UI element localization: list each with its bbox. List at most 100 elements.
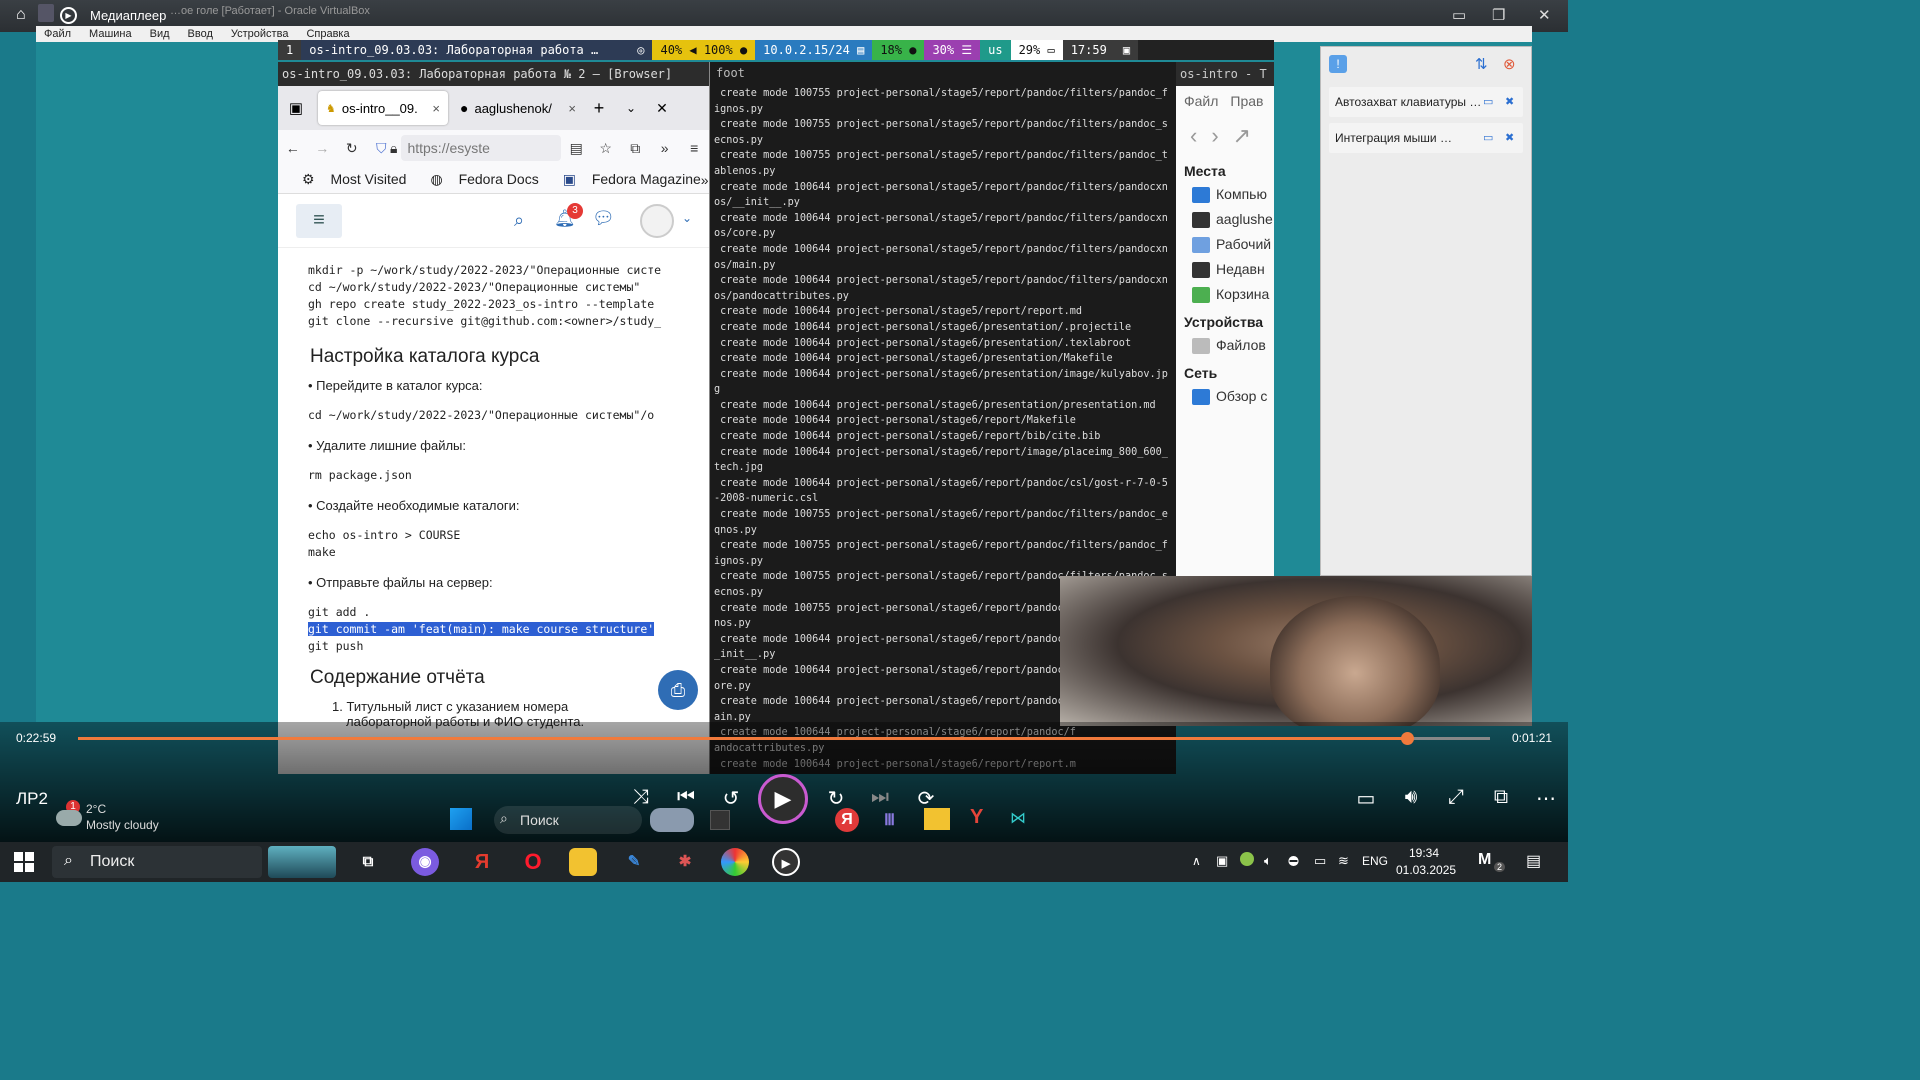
network-item[interactable]: Обзор с (1176, 384, 1274, 409)
print-icon[interactable]: ⎙ (658, 670, 698, 710)
opera-icon[interactable]: O (519, 848, 547, 876)
lock-icon[interactable]: 🔒︎ (390, 140, 397, 157)
bookmark-most-visited[interactable]: ⚙ Most Visited (290, 171, 406, 188)
volume-icon[interactable]: 🔊︎ (1396, 786, 1426, 809)
vm-yandex-browser-icon[interactable]: Y (970, 806, 983, 829)
statusbar-block-3[interactable]: 40% ◀ 100% ● (652, 40, 756, 60)
tab-close-icon[interactable]: × (432, 101, 440, 116)
fm-menu-file[interactable]: Файл (1184, 93, 1218, 109)
tray-app-icon[interactable] (1240, 852, 1254, 866)
vm-app-icon[interactable]: Ⅲ (884, 810, 895, 830)
taskbar-clock[interactable]: 19:34 01.03.2025 (1396, 845, 1456, 879)
hamburger-menu-icon[interactable]: ≡ (296, 203, 342, 238)
minimize-icon[interactable]: ▭ (1452, 6, 1466, 24)
play-button[interactable]: ▶ (758, 774, 808, 824)
notification-keyboard-capture[interactable]: Автозахват клавиатуры … ▭ ✖ (1329, 87, 1523, 117)
statusbar-block-1[interactable]: os-intro_09.03.03: Лабораторная работа … (301, 40, 630, 60)
tray-battery-icon[interactable]: ▭ (1314, 853, 1326, 869)
search-highlight-image[interactable] (268, 846, 336, 878)
browser-window[interactable]: os-intro_09.03.03: Лабораторная работа №… (278, 62, 710, 774)
tray-chevron-icon[interactable]: ∧ (1192, 854, 1201, 868)
statusbar-block-9[interactable]: 17:59 (1062, 40, 1115, 60)
vm-search-box[interactable]: Поиск (494, 806, 642, 834)
language-indicator[interactable]: ENG (1362, 854, 1388, 868)
tray-vpn-icon[interactable]: ⛔︎ (1288, 853, 1299, 869)
statusbar-block-2[interactable]: ◎ (629, 40, 653, 60)
chevron-down-icon[interactable]: ⌄ (682, 211, 692, 225)
place-item[interactable]: Недавн (1176, 257, 1274, 282)
next-icon[interactable]: ⏭︎ (865, 786, 895, 809)
statusbar-block-10[interactable]: ▣ (1114, 40, 1139, 60)
statusbar-block-0[interactable]: 1 (278, 40, 302, 60)
url-bar[interactable]: https://esyste (401, 135, 562, 161)
close-notification-icon[interactable]: ✖ (1505, 123, 1514, 153)
tray-vbox-icon[interactable]: ▣ (1216, 853, 1228, 869)
reload-icon[interactable]: ↻ (337, 140, 367, 157)
statusbar-block-4[interactable]: 10.0.2.15/24 ▤ (755, 40, 873, 60)
back-icon[interactable]: ← (278, 140, 308, 156)
place-item[interactable]: aaglushe (1176, 207, 1274, 232)
device-item[interactable]: Файлов (1176, 333, 1274, 358)
back-icon[interactable]: ‹ (1190, 123, 1211, 148)
home-icon[interactable]: ⌂ (16, 6, 26, 24)
tray-speaker-icon[interactable]: 🔈︎ (1264, 853, 1272, 869)
notepad-icon[interactable]: ✎ (620, 848, 648, 876)
tab-github[interactable]: ● aaglushenok/ × (452, 91, 584, 125)
mail-icon[interactable]: M (1478, 851, 1491, 869)
media-player-taskbar-icon[interactable]: ▶ (772, 848, 800, 876)
close-notification-icon[interactable]: ✖ (1505, 87, 1514, 117)
chrome-icon[interactable] (721, 848, 749, 876)
up-icon[interactable]: ↗ (1233, 123, 1265, 148)
chat-icon[interactable]: 💬︎ (592, 208, 615, 229)
statusbar-block-5[interactable]: 18% ● (872, 40, 925, 60)
file-explorer-icon[interactable] (569, 848, 597, 876)
bookmark-star-icon[interactable]: ☆ (591, 140, 621, 157)
bookmark-fedora-docs[interactable]: ◍ Fedora Docs (418, 171, 538, 188)
subtitles-icon[interactable]: ▭ (1351, 786, 1381, 811)
window-close-icon[interactable]: ✕ (648, 100, 676, 117)
vm-vscode-icon[interactable]: ⋈ (1010, 808, 1026, 828)
forward-icon[interactable]: → (308, 140, 338, 156)
menu-icon[interactable]: ≡ (679, 140, 709, 156)
bookmarks-overflow-icon[interactable]: » (701, 172, 709, 188)
vbox-menu-item-2[interactable]: Вид (150, 26, 170, 42)
place-item[interactable]: Корзина (1176, 282, 1274, 307)
file-manager-window[interactable]: os-intro - T Файл Прав ‹›↗ Места Компью aa… (1176, 62, 1274, 576)
extensions-icon[interactable]: ⧉ (620, 140, 650, 157)
place-item[interactable]: Рабочий (1176, 232, 1274, 257)
reader-mode-icon[interactable]: ▤ (561, 140, 591, 157)
tab-close-icon[interactable]: × (568, 101, 576, 116)
new-tab-icon[interactable]: + (584, 98, 614, 119)
repeat-off-icon[interactable]: ⟳ (911, 786, 941, 811)
vm-yandex-icon[interactable]: Я (835, 808, 859, 832)
info-icon[interactable]: ▭ (1483, 87, 1493, 117)
overflow-chevron-icon[interactable]: » (650, 140, 680, 156)
info-icon[interactable]: ▭ (1483, 123, 1493, 153)
seek-handle[interactable] (1400, 732, 1414, 745)
tab-list-icon[interactable]: ⌄ (614, 101, 648, 115)
taskbar-search-box[interactable]: Поиск (52, 846, 262, 878)
alice-icon[interactable]: ◉ (411, 848, 439, 876)
forward-icon[interactable]: › (1211, 123, 1232, 148)
statusbar-block-6[interactable]: 30% ☰ (924, 40, 981, 60)
vm-explorer-icon[interactable] (924, 808, 950, 830)
notification-center-icon[interactable]: ▤ (1526, 851, 1541, 871)
forward-30-icon[interactable]: ↻ (821, 786, 851, 811)
vm-taskview-icon[interactable] (710, 810, 730, 830)
task-view-icon[interactable]: ⧉ (354, 848, 382, 876)
place-item[interactable]: Компью (1176, 182, 1274, 207)
tab-overview-icon[interactable]: ▣ (278, 99, 314, 117)
notification-mouse-integration[interactable]: Интеграция мыши … ▭ ✖ (1329, 123, 1523, 153)
yandex-icon[interactable]: Я (468, 848, 496, 876)
statusbar-block-7[interactable]: us (980, 40, 1011, 60)
avatar[interactable] (640, 204, 674, 238)
more-options-icon[interactable]: ⋯ (1531, 786, 1561, 811)
paint-icon[interactable]: ✱ (671, 848, 699, 876)
vm-start-icon[interactable] (450, 808, 472, 830)
vbox-menu-item-3[interactable]: Ввод (188, 26, 213, 42)
step-4-code-commit-selected[interactable]: git commit -am 'feat(main): make course … (308, 622, 655, 636)
dismiss-all-icon[interactable]: ⊗ (1503, 55, 1516, 73)
previous-icon[interactable]: ⏮︎ (671, 786, 701, 809)
vm-widget-icon[interactable] (650, 808, 694, 832)
statusbar-block-8[interactable]: 29% ▭ (1010, 40, 1063, 60)
